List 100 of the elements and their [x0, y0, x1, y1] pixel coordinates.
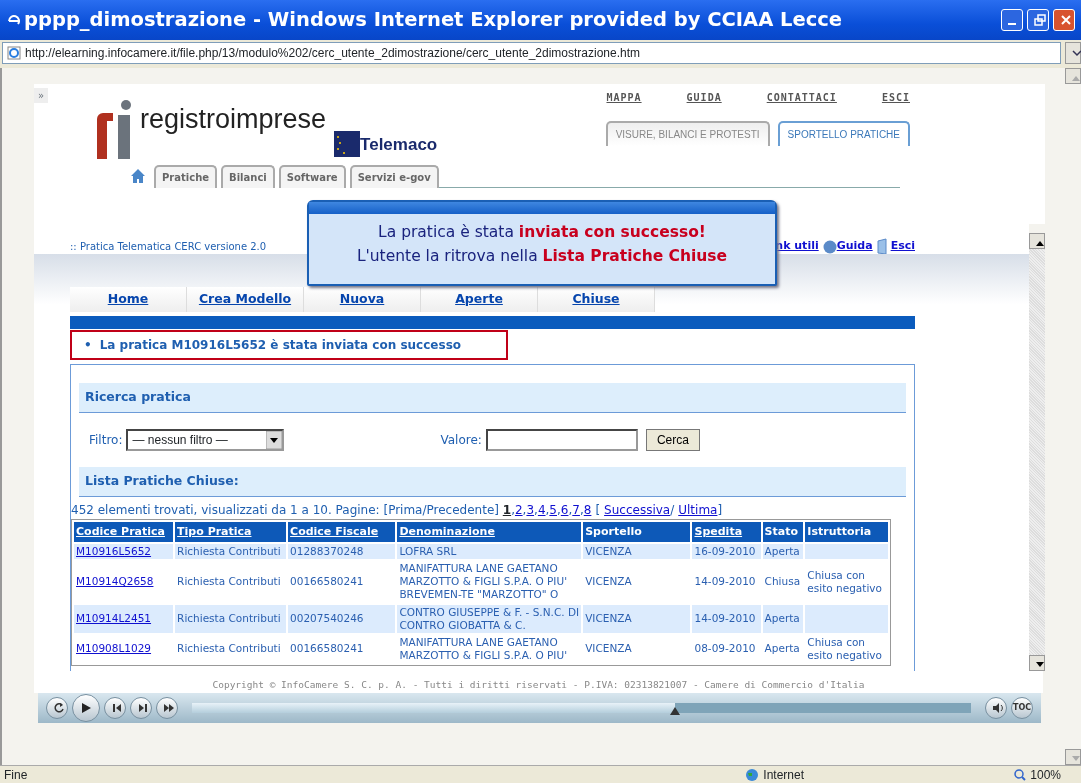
progress-thumb[interactable]: [669, 707, 680, 715]
dropdown-icon: [1072, 48, 1081, 57]
play-icon: [80, 701, 92, 714]
bracket: [: [595, 502, 601, 517]
close-icon: [1060, 13, 1072, 26]
scroll-up-icon: [1072, 75, 1080, 81]
table-cell: 01288370248: [290, 545, 364, 557]
page-link[interactable]: 7: [572, 502, 580, 517]
table-cell: 08-09-2010: [694, 642, 756, 655]
table-cell: CONTRO GIUSEPPE & F. - S.N.C. DI CONTRO GIOBATTA & C.: [399, 605, 580, 631]
scroll-down-button[interactable]: [1029, 655, 1045, 671]
search-button[interactable]: Cerca: [645, 428, 700, 451]
table-cell: VICENZA: [585, 545, 632, 557]
table-cell: Chiusa con esito negativo: [807, 568, 882, 594]
top-menu-link[interactable]: GUIDA: [686, 90, 722, 105]
table-cell: 00207540246: [290, 612, 364, 625]
minimize-icon: [1008, 22, 1016, 25]
separator: ,: [534, 502, 538, 517]
zoom-control[interactable]: 100%: [1014, 765, 1061, 783]
zoom-icon: [1014, 768, 1027, 781]
minimize-button[interactable]: [1001, 9, 1023, 31]
table-cell: 00166580241: [290, 642, 364, 655]
subtitle: :: Pratica Telematica CERC versione 2.0: [70, 240, 267, 254]
table-cell: 14-09-2010: [694, 575, 756, 588]
logo-text: registroimprese: [140, 103, 327, 136]
table-cell: VICENZA: [585, 612, 632, 625]
utility-link[interactable]: Guida: [822, 237, 873, 254]
nav-tab[interactable]: Crea Modello: [187, 287, 304, 312]
copyright-text: Copyright © InfoCamere S. C. p. A. - Tutti i diritti riservati - P.IVA: 02313821007 - Camere di Commercio d'Italia: [34, 671, 1043, 693]
address-field[interactable]: http://elearning.infocamere.it/file.php/13/modulo%202/cerc_utente_2dimostrazione/cerc_utente_2dimostrazione.htm: [2, 42, 1061, 64]
column-header[interactable]: Denominazione: [397, 521, 582, 542]
scroll-down-icon: [1072, 756, 1080, 762]
top-menu-link[interactable]: CONTATTACI: [766, 90, 837, 105]
section-tab[interactable]: SPORTELLO PRATICHE: [777, 121, 910, 146]
restore-icon: [1034, 13, 1046, 26]
replay-button[interactable]: [46, 697, 68, 719]
separator: ,: [579, 502, 584, 517]
next-page-link[interactable]: Successiva: [604, 502, 671, 517]
help-icon: [822, 240, 837, 254]
page-link[interactable]: 5: [549, 502, 557, 517]
main-tab[interactable]: Bilanci: [221, 165, 275, 188]
panel-heading: Lista Pratiche Chiuse:: [79, 466, 906, 497]
last-page-link[interactable]: Ultima: [678, 502, 718, 517]
record-link[interactable]: M10914Q2658: [76, 575, 154, 588]
toc-button[interactable]: TOC: [1011, 697, 1033, 719]
main-tab[interactable]: Pratiche: [154, 165, 218, 188]
next-icon: [137, 701, 149, 714]
volume-button[interactable]: [985, 697, 1007, 719]
success-message: La pratica M10916L5652 è stata inviata con successo: [99, 337, 461, 354]
bullet: •: [84, 337, 92, 354]
replay-icon: [53, 701, 65, 714]
top-menu-link[interactable]: MAPPA: [606, 90, 642, 105]
utility-link[interactable]: Esci: [876, 237, 915, 254]
table-cell: 00166580241: [290, 575, 364, 588]
top-menu-link[interactable]: ESCI: [881, 90, 910, 105]
fast-forward-icon: [163, 701, 175, 714]
nav-tab[interactable]: Chiuse: [538, 287, 655, 312]
separator: /: [670, 502, 675, 517]
scroll-up-icon: [1036, 240, 1044, 246]
main-tab[interactable]: Software: [278, 165, 346, 188]
table-cell: Richiesta Contributi: [177, 642, 281, 655]
pager-summary: 452 elementi trovati, visualizzati da 1 a 10. Pagine: [Prima/Precedente]: [71, 502, 500, 517]
separator: ,: [522, 502, 527, 517]
page-icon: [7, 46, 21, 60]
table-cell: Richiesta Contributi: [177, 612, 281, 625]
table-cell: Aperta: [764, 612, 800, 625]
fast-forward-button[interactable]: [156, 697, 178, 719]
dropdown-button[interactable]: [1065, 42, 1081, 64]
nav-tab[interactable]: Aperte: [421, 287, 538, 312]
nav-tab[interactable]: Nuova: [304, 287, 421, 312]
table-cell: Chiusa: [764, 575, 801, 588]
value-label: Valore:: [440, 431, 482, 449]
panel-heading: Ricerca pratica: [79, 383, 906, 413]
value-field[interactable]: [485, 428, 638, 451]
record-link[interactable]: M10908L1029: [76, 642, 152, 655]
play-button[interactable]: [72, 694, 100, 722]
page-link[interactable]: 3: [526, 502, 535, 517]
scroll-up-button[interactable]: [1029, 233, 1045, 249]
next-button[interactable]: [130, 697, 152, 719]
volume-icon: [992, 701, 1004, 714]
restore-button[interactable]: [1027, 9, 1049, 31]
previous-button[interactable]: [104, 697, 126, 719]
security-zone: Internet: [763, 766, 805, 783]
column-header[interactable]: Tipo Pratica: [175, 521, 287, 542]
nav-tab[interactable]: Home: [70, 287, 187, 312]
filter-label: Filtro:: [89, 431, 123, 449]
page-link[interactable]: 2: [514, 502, 523, 517]
popup-text: L'utente la ritrova nella Lista Pratiche Chiuse: [355, 246, 729, 266]
brand-name: Telemaco: [360, 133, 438, 156]
column-header[interactable]: Codice Pratica: [74, 521, 174, 542]
close-button[interactable]: [1053, 9, 1075, 31]
progress-track[interactable]: [192, 703, 971, 713]
column-header[interactable]: Spedita: [692, 521, 761, 542]
table-cell: Aperta: [764, 642, 800, 655]
table-cell: 14-09-2010: [694, 612, 756, 625]
home-icon[interactable]: [130, 168, 146, 184]
filter-dropdown[interactable]: — nessun filtro —: [126, 428, 285, 451]
expand-toggle[interactable]: »: [34, 88, 48, 103]
main-tab[interactable]: Servizi e-gov: [349, 165, 439, 188]
column-header[interactable]: Codice Fiscale: [288, 521, 396, 542]
